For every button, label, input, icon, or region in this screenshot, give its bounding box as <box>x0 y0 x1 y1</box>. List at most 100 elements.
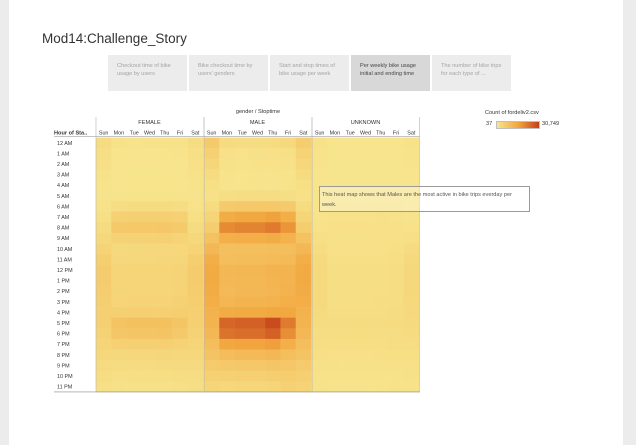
heatmap-cell[interactable] <box>280 360 297 371</box>
heatmap-cell[interactable] <box>388 370 405 382</box>
heatmap-cell[interactable] <box>219 296 235 308</box>
heatmap-cell[interactable] <box>219 169 235 181</box>
heatmap-cell[interactable] <box>111 158 127 170</box>
heatmap-cell[interactable] <box>373 275 389 287</box>
heatmap-cell[interactable] <box>327 243 343 255</box>
heatmap-cell[interactable] <box>327 275 343 287</box>
heatmap-cell[interactable] <box>126 254 143 265</box>
heatmap-cell[interactable] <box>342 349 359 361</box>
heatmap-cell[interactable] <box>342 275 359 287</box>
heatmap-cell[interactable] <box>234 264 251 276</box>
heatmap-cell[interactable] <box>157 222 173 234</box>
heatmap-cell[interactable] <box>357 243 374 255</box>
heatmap-cell[interactable] <box>280 349 297 361</box>
heatmap-cell[interactable] <box>342 317 359 329</box>
heatmap-cell[interactable] <box>265 254 281 265</box>
heatmap-cell[interactable] <box>157 148 173 159</box>
heatmap-cell[interactable] <box>204 201 220 212</box>
heatmap-cell[interactable] <box>111 349 127 361</box>
heatmap-cell[interactable] <box>172 264 189 276</box>
heatmap-cell[interactable] <box>357 317 374 329</box>
heatmap-cell[interactable] <box>295 179 312 191</box>
heatmap-cell[interactable] <box>204 360 220 371</box>
heatmap-cell[interactable] <box>249 148 266 159</box>
heatmap-cell[interactable] <box>126 338 143 350</box>
heatmap-cell[interactable] <box>96 190 112 202</box>
heatmap-cell[interactable] <box>219 317 235 329</box>
heatmap-cell[interactable] <box>172 381 189 393</box>
heatmap-cell[interactable] <box>403 232 420 244</box>
heatmap-cell[interactable] <box>249 158 266 170</box>
heatmap-cell[interactable] <box>141 338 158 350</box>
heatmap-cell[interactable] <box>388 211 405 223</box>
heatmap-cell[interactable] <box>403 169 420 181</box>
heatmap-cell[interactable] <box>280 211 297 223</box>
heatmap-cell[interactable] <box>172 370 189 382</box>
heatmap-cell[interactable] <box>249 190 266 202</box>
heatmap-cell[interactable] <box>157 349 173 361</box>
heatmap-cell[interactable] <box>265 232 281 244</box>
heatmap-cell[interactable] <box>126 201 143 212</box>
heatmap-cell[interactable] <box>219 148 235 159</box>
heatmap-cell[interactable] <box>219 328 235 340</box>
heatmap-cell[interactable] <box>249 360 266 371</box>
heatmap-cell[interactable] <box>187 254 204 265</box>
heatmap-cell[interactable] <box>265 296 281 308</box>
heatmap-cell[interactable] <box>204 338 220 350</box>
heatmap-cell[interactable] <box>187 370 204 382</box>
heatmap-cell[interactable] <box>249 243 266 255</box>
heatmap-cell[interactable] <box>403 328 420 340</box>
heatmap-cell[interactable] <box>357 169 374 181</box>
annotation-box[interactable]: This heat map shows that Males are the m… <box>319 186 530 212</box>
heatmap-cell[interactable] <box>187 328 204 340</box>
heatmap-cell[interactable] <box>234 317 251 329</box>
heatmap-cell[interactable] <box>403 264 420 276</box>
heatmap-cell[interactable] <box>312 328 328 340</box>
heatmap-cell[interactable] <box>403 137 420 149</box>
heatmap-cell[interactable] <box>403 360 420 371</box>
heatmap-cell[interactable] <box>295 264 312 276</box>
heatmap-cell[interactable] <box>234 222 251 234</box>
heatmap-cell[interactable] <box>219 254 235 265</box>
heatmap-cell[interactable] <box>187 169 204 181</box>
heatmap-cell[interactable] <box>141 349 158 361</box>
heatmap-cell[interactable] <box>204 349 220 361</box>
heatmap-cell[interactable] <box>295 211 312 223</box>
heatmap-cell[interactable] <box>126 232 143 244</box>
heatmap-cell[interactable] <box>265 317 281 329</box>
heatmap-cell[interactable] <box>249 296 266 308</box>
heatmap-cell[interactable] <box>111 243 127 255</box>
heatmap-cell[interactable] <box>234 190 251 202</box>
heatmap-cell[interactable] <box>141 169 158 181</box>
heatmap-cell[interactable] <box>141 211 158 223</box>
heatmap-cell[interactable] <box>111 370 127 382</box>
heatmap-cell[interactable] <box>187 317 204 329</box>
heatmap-cell[interactable] <box>219 264 235 276</box>
heatmap-cell[interactable] <box>357 360 374 371</box>
heatmap-cell[interactable] <box>388 264 405 276</box>
heatmap-cell[interactable] <box>157 201 173 212</box>
heatmap-cell[interactable] <box>403 211 420 223</box>
heatmap-cell[interactable] <box>219 307 235 318</box>
heatmap-cell[interactable] <box>204 222 220 234</box>
heatmap-cell[interactable] <box>265 285 281 297</box>
heatmap-cell[interactable] <box>111 381 127 393</box>
heatmap-cell[interactable] <box>373 222 389 234</box>
heatmap-cell[interactable] <box>312 222 328 234</box>
heatmap-cell[interactable] <box>357 232 374 244</box>
heatmap-cell[interactable] <box>342 307 359 318</box>
heatmap-cell[interactable] <box>157 328 173 340</box>
heatmap-cell[interactable] <box>204 307 220 318</box>
heatmap-cell[interactable] <box>312 169 328 181</box>
heatmap-cell[interactable] <box>312 307 328 318</box>
heatmap-cell[interactable] <box>157 360 173 371</box>
heatmap-cell[interactable] <box>111 285 127 297</box>
heatmap-cell[interactable] <box>96 264 112 276</box>
heatmap-cell[interactable] <box>234 381 251 393</box>
heatmap-cell[interactable] <box>357 349 374 361</box>
heatmap-cell[interactable] <box>295 349 312 361</box>
heatmap-cell[interactable] <box>342 381 359 393</box>
heatmap-cell[interactable] <box>96 232 112 244</box>
heatmap-cell[interactable] <box>280 169 297 181</box>
heatmap-cell[interactable] <box>187 275 204 287</box>
